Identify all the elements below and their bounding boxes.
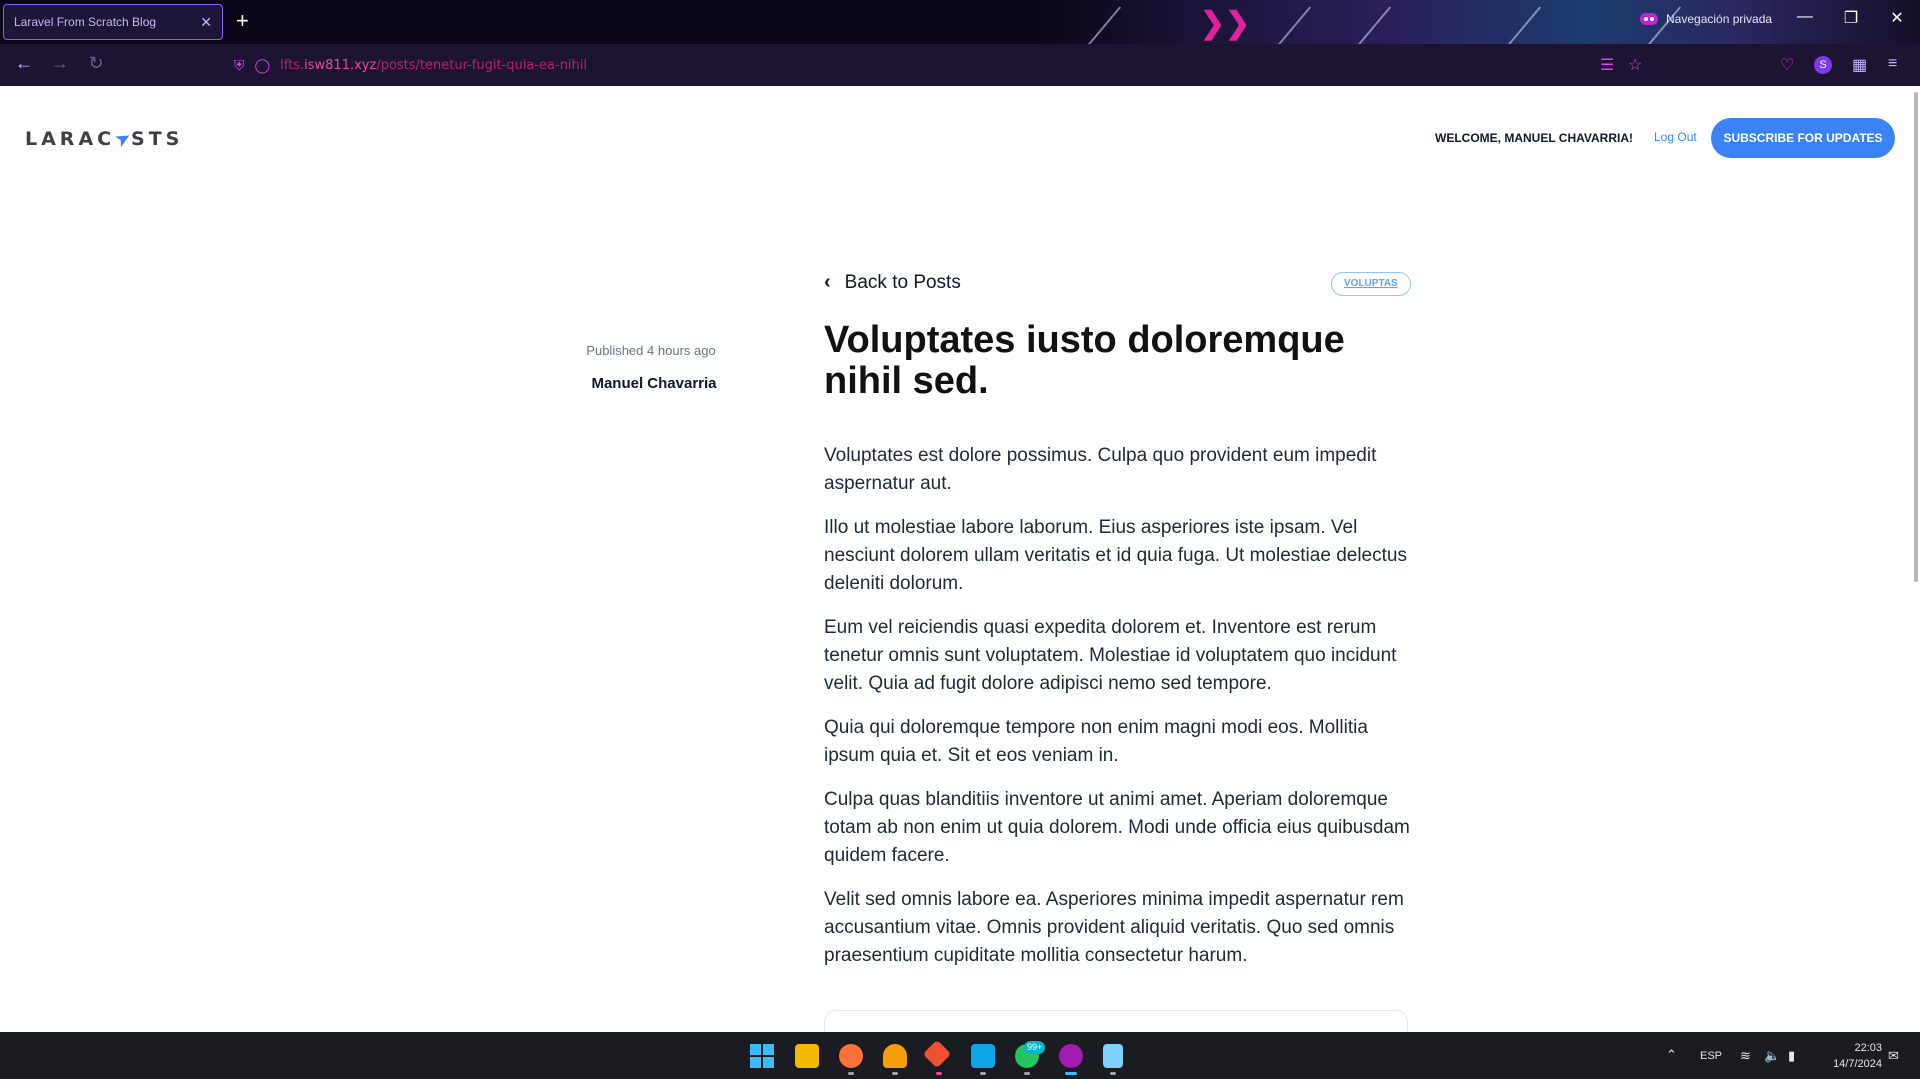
browser-tab-strip: ❯❯ Laravel From Scratch Blog ✕ + Navegac… bbox=[0, 0, 1920, 44]
menu-icon[interactable]: ≡ bbox=[1888, 55, 1897, 73]
post-paragraph: Culpa quas blanditiis inventore ut animi… bbox=[824, 789, 1410, 866]
back-arrow-icon[interactable]: ← bbox=[12, 53, 36, 74]
post-title: Voluptates iusto doloremque nihil sed. bbox=[824, 319, 1345, 402]
chevron-art-icon: ❯❯ bbox=[1200, 7, 1251, 40]
battery-icon[interactable]: ▮ bbox=[1788, 1048, 1795, 1064]
logout-link[interactable]: Log Out bbox=[1654, 130, 1697, 144]
post-paragraph: Eum vel reiciendis quasi expedita dolore… bbox=[824, 617, 1397, 694]
post-paragraph: Voluptates est dolore possimus. Culpa qu… bbox=[824, 445, 1377, 494]
private-mask-icon bbox=[1640, 13, 1658, 25]
volume-icon[interactable]: 🔈 bbox=[1764, 1048, 1780, 1064]
new-tab-plus-icon[interactable]: + bbox=[236, 8, 249, 34]
reader-view-icon[interactable]: ☰ bbox=[1600, 55, 1614, 75]
paper-plane-icon: ➤ bbox=[110, 125, 136, 153]
bookmark-star-icon[interactable]: ☆ bbox=[1628, 55, 1642, 75]
language-indicator[interactable]: ESP bbox=[1700, 1050, 1722, 1062]
post-paragraph: Quia qui doloremque tempore non enim mag… bbox=[824, 717, 1368, 766]
reload-icon[interactable]: ↻ bbox=[84, 53, 108, 74]
welcome-message: WELCOME, MANUEL CHAVARRIA! bbox=[1435, 131, 1633, 145]
close-tab-icon[interactable]: ✕ bbox=[200, 14, 212, 31]
browser-nav-bar: ← → ↻ ⛨ ◯ lfts.isw811.xyz/posts/tenetur-… bbox=[0, 44, 1920, 86]
post-body: Voluptates est dolore possimus. Culpa qu… bbox=[824, 442, 1414, 986]
shield-icon[interactable]: ⛨ bbox=[234, 57, 245, 74]
app-icon[interactable] bbox=[883, 1044, 907, 1068]
show-hidden-icons-chevron-icon[interactable]: ⌃ bbox=[1666, 1047, 1677, 1063]
published-time: 4 hours ago bbox=[647, 343, 716, 358]
chevron-left-icon: ‹ bbox=[824, 271, 831, 293]
wifi-icon[interactable]: ≋ bbox=[1740, 1048, 1751, 1064]
system-clock[interactable]: 22:03 14/7/2024 bbox=[1812, 1040, 1882, 1072]
firefox-private-icon[interactable] bbox=[1059, 1044, 1083, 1068]
back-to-posts-label: Back to Posts bbox=[844, 271, 961, 293]
lock-icon[interactable]: ◯ bbox=[255, 57, 271, 74]
firefox-icon[interactable] bbox=[839, 1044, 863, 1068]
notifications-bell-icon[interactable]: ✉ bbox=[1888, 1048, 1899, 1064]
tab-title: Laravel From Scratch Blog bbox=[14, 15, 157, 29]
published-date: Published 4 hours ago bbox=[586, 343, 716, 358]
clock-time: 22:03 bbox=[1854, 1042, 1882, 1054]
account-avatar[interactable]: S bbox=[1814, 56, 1832, 74]
forward-arrow-icon[interactable]: → bbox=[48, 53, 72, 74]
vscode-icon[interactable] bbox=[971, 1044, 995, 1068]
theme-background-art: ❯❯ bbox=[1040, 0, 1920, 44]
private-browsing-label: Navegación privada bbox=[1666, 12, 1773, 26]
category-badge[interactable]: VOLUPTAS bbox=[1331, 272, 1411, 296]
browser-tab[interactable]: Laravel From Scratch Blog ✕ bbox=[3, 4, 223, 40]
author-name: Manuel Chavarria bbox=[591, 375, 717, 392]
close-window-icon[interactable]: ✕ bbox=[1882, 8, 1912, 28]
url-text[interactable]: lfts.isw811.xyz/posts/tenetur-fugit-quia… bbox=[280, 58, 587, 73]
file-explorer-icon[interactable] bbox=[795, 1044, 819, 1068]
clock-date: 14/7/2024 bbox=[1833, 1058, 1882, 1070]
laracasts-logo[interactable]: LARAC➤STS bbox=[25, 125, 183, 153]
notification-badge: 99+ bbox=[1024, 1041, 1046, 1054]
address-bar[interactable]: ⛨ ◯ lfts.isw811.xyz/posts/tenetur-fugit-… bbox=[234, 51, 1734, 79]
pocket-icon[interactable]: ♡ bbox=[1780, 55, 1794, 75]
post-paragraph: Illo ut molestiae labore laborum. Eius a… bbox=[824, 517, 1407, 594]
page-scrollbar[interactable] bbox=[1914, 92, 1918, 582]
post-paragraph: Velit sed omnis labore ea. Asperiores mi… bbox=[824, 889, 1404, 966]
restore-window-icon[interactable]: ❐ bbox=[1836, 8, 1866, 28]
start-menu-icon[interactable] bbox=[750, 1044, 774, 1068]
windows-taskbar bbox=[0, 1032, 1920, 1079]
back-to-posts-link[interactable]: ‹ Back to Posts bbox=[824, 271, 961, 294]
private-browsing-indicator: Navegación privada bbox=[1640, 12, 1772, 26]
extensions-icon[interactable]: ▦ bbox=[1852, 55, 1867, 75]
minimize-window-icon[interactable]: — bbox=[1790, 8, 1820, 26]
notepad-icon[interactable] bbox=[1103, 1044, 1123, 1068]
subscribe-button[interactable]: SUBSCRIBE FOR UPDATES bbox=[1711, 118, 1895, 158]
